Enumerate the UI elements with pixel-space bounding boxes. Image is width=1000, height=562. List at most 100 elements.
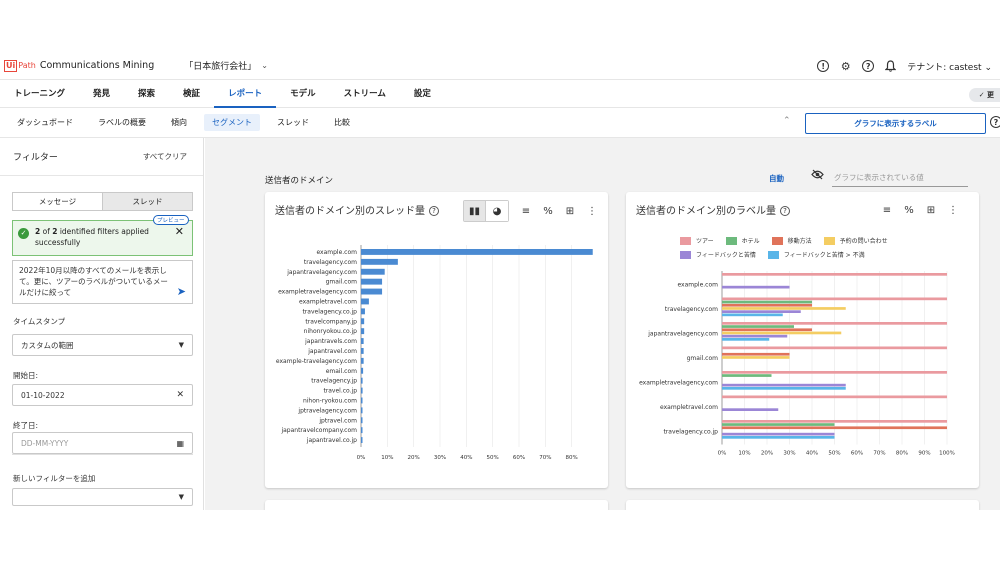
calendar-icon[interactable]: ▦: [176, 439, 184, 448]
update-button[interactable]: ✓ 更: [968, 88, 1000, 102]
legend-item[interactable]: 予約の問い合わせ: [823, 236, 888, 245]
help-icon[interactable]: ?: [862, 60, 875, 72]
bar: [722, 395, 947, 399]
nav-tab[interactable]: 設定: [400, 80, 445, 108]
bar: [361, 377, 363, 384]
add-box-icon[interactable]: ⊞: [559, 201, 581, 221]
pie-chart-icon[interactable]: ◕: [486, 201, 508, 221]
bell-icon[interactable]: [884, 60, 897, 73]
x-tick-label: 10%: [381, 455, 393, 461]
x-tick-label: 30%: [434, 455, 446, 461]
nav-tab[interactable]: モデル: [276, 80, 330, 108]
company-selector[interactable]: 「日本旅行会社」: [184, 59, 256, 72]
x-tick-label: 80%: [896, 451, 908, 457]
add-box-icon[interactable]: ⊞: [920, 200, 942, 220]
tenant-selector[interactable]: テナント: castest ⌄: [907, 60, 992, 73]
y-tick-label: travelagency.com: [665, 306, 718, 313]
hidden-values-input[interactable]: グラフに表示されている値: [832, 171, 968, 187]
y-tick-label: travelagency.co.jp: [302, 308, 357, 315]
y-tick-label: exampletravelagency.com: [278, 289, 357, 296]
start-date-label: 開始日:: [13, 371, 39, 380]
bar: [361, 367, 364, 374]
bar: [722, 285, 790, 289]
bar-chart-icon[interactable]: ▮▮: [464, 201, 486, 221]
filter-title: フィルター: [13, 153, 58, 163]
nav-tab[interactable]: トレーニング: [0, 80, 79, 108]
subnav-tab[interactable]: ダッシュボード: [9, 114, 81, 131]
toggle-thread[interactable]: スレッド: [102, 193, 192, 210]
subnav-tab[interactable]: 傾向: [163, 114, 195, 131]
clear-all-button[interactable]: すべてクリア: [143, 151, 187, 162]
y-tick-label: travelcompany.jp: [305, 318, 357, 325]
bar: [722, 338, 770, 341]
legend-item[interactable]: ホテル: [725, 236, 760, 245]
percent-icon[interactable]: %: [898, 200, 920, 220]
bar: [722, 423, 835, 426]
timestamp-select[interactable]: カスタムの範囲 ▼: [12, 334, 193, 356]
bar: [722, 331, 842, 335]
check-icon: ✓: [18, 228, 29, 239]
nav-tab[interactable]: 探索: [124, 80, 169, 108]
nav-tab[interactable]: 発見: [79, 80, 124, 108]
y-tick-label: example.com: [677, 281, 718, 288]
bar: [722, 383, 846, 387]
close-icon[interactable]: ✕: [175, 226, 184, 237]
bar: [722, 322, 947, 325]
eye-off-icon[interactable]: [811, 169, 824, 183]
add-filter-select[interactable]: ▼: [12, 488, 193, 506]
start-date-field[interactable]: 01-10-2022 ✕: [12, 384, 193, 406]
legend-item[interactable]: 移動方法: [771, 236, 812, 245]
help-icon[interactable]: ?: [780, 206, 790, 216]
end-date-field[interactable]: DD-MM-YYYY ▦: [12, 432, 193, 454]
nav-tab[interactable]: 検証: [169, 80, 214, 108]
nav-tab[interactable]: レポート: [214, 80, 277, 108]
bar: [722, 346, 947, 350]
bar: [722, 420, 947, 423]
sort-icon[interactable]: ≡: [515, 201, 537, 221]
help-icon[interactable]: ?: [429, 206, 439, 216]
auto-button[interactable]: 自動: [769, 173, 784, 184]
nav-tab[interactable]: ストリーム: [330, 80, 400, 108]
subnav-tab[interactable]: ラベルの概要: [90, 114, 154, 131]
next-card: [265, 500, 608, 510]
x-tick-label: 20%: [408, 455, 420, 461]
sort-icon[interactable]: ≡: [876, 200, 898, 220]
sub-nav: ダッシュボード ラベルの概要 傾向 セグメント スレッド 比較 ⌃ グラフに表示するラベル …: [0, 108, 1000, 138]
caret-down-icon: ▼: [178, 493, 184, 501]
uipath-logo[interactable]: Ui Path Communications Mining: [4, 59, 155, 72]
legend-item[interactable]: ツアー: [680, 236, 714, 245]
x-tick-label: 40%: [806, 451, 818, 457]
graph-labels-button[interactable]: グラフに表示するラベル: [805, 113, 986, 134]
add-filter-label: 新しいフィルターを追加: [13, 474, 96, 483]
y-tick-label: exampletravel.com: [299, 298, 357, 305]
chevron-up-icon[interactable]: ⌃: [783, 116, 791, 126]
legend-item[interactable]: フィードバックと苦情: [680, 250, 756, 259]
x-tick-label: 40%: [460, 455, 472, 461]
y-tick-label: nihonryokou.co.jp: [304, 328, 358, 335]
legend-label: 予約の問い合わせ: [839, 238, 888, 245]
gear-icon[interactable]: ⚙: [839, 60, 852, 73]
y-tick-label: gmail.com: [326, 279, 358, 286]
toggle-message[interactable]: メッセージ: [13, 193, 102, 210]
subnav-tab[interactable]: スレッド: [269, 114, 317, 131]
subnav-tab[interactable]: 比較: [326, 114, 358, 131]
more-icon[interactable]: ⋮: [942, 200, 964, 220]
legend-item[interactable]: フィードバックと苦情 > 不満: [767, 250, 865, 259]
y-tick-label: japantravelagency.com: [286, 269, 357, 276]
x-tick-label: 90%: [918, 451, 930, 457]
bar: [361, 328, 365, 335]
y-tick-label: japantravelcompany.com: [280, 427, 357, 434]
chevron-down-icon[interactable]: ⌄: [261, 61, 268, 70]
subnav-tab[interactable]: セグメント: [204, 114, 260, 131]
clear-icon[interactable]: ✕: [176, 390, 184, 400]
alert-icon[interactable]: !: [817, 60, 830, 72]
send-icon[interactable]: ➤: [177, 286, 186, 297]
end-date-placeholder: DD-MM-YYYY: [21, 438, 69, 448]
more-icon[interactable]: ⋮: [581, 201, 603, 221]
query-input[interactable]: 2022年10月以降のすべてのメールを表示して。更に、ツアーのラベルがついている…: [12, 260, 193, 304]
percent-icon[interactable]: %: [537, 201, 559, 221]
bar: [361, 318, 365, 325]
help-icon[interactable]: ?: [990, 116, 1000, 128]
product-name: Communications Mining: [39, 60, 155, 71]
bar: [361, 357, 364, 364]
